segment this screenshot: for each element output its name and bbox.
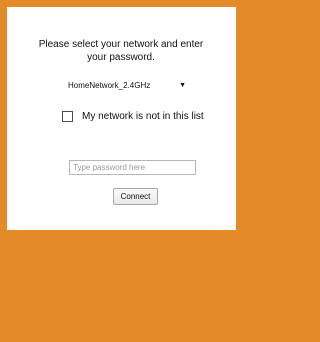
instruction-text: Please select your network and enter you… (38, 39, 204, 63)
password-input[interactable] (69, 160, 196, 175)
not-in-list-label: My network is not in this list (82, 110, 204, 122)
not-in-list-option[interactable]: My network is not in this list (62, 108, 204, 124)
network-select-value: HomeNetwork_2.4GHz (68, 80, 151, 90)
network-select[interactable]: HomeNetwork_2.4GHz ▼ (63, 78, 190, 92)
connect-button[interactable]: Connect (113, 188, 158, 205)
wifi-setup-page: Please select your network and enter you… (0, 0, 243, 342)
network-setup-panel: Please select your network and enter you… (7, 7, 236, 230)
dropdown-arrow-icon: ▼ (179, 81, 186, 89)
not-in-list-checkbox[interactable] (62, 110, 73, 122)
